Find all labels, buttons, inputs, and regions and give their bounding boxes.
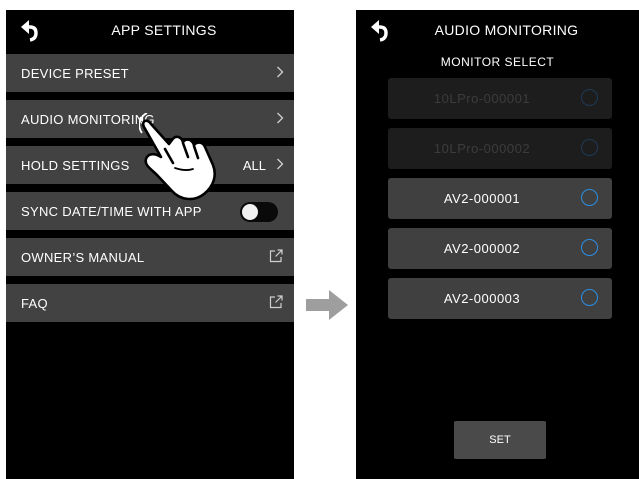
screen-title: AUDIO MONITORING bbox=[434, 22, 579, 38]
arrow-right-icon bbox=[306, 290, 348, 320]
screen-title: APP SETTINGS bbox=[111, 22, 217, 38]
external-link-icon bbox=[269, 295, 283, 309]
menu-item-label: FAQ bbox=[21, 296, 48, 311]
menu-item-label: DEVICE PRESET bbox=[21, 66, 129, 81]
menu-item-label: AUDIO MONITORING bbox=[21, 112, 155, 127]
device-name: AV2-000003 bbox=[443, 291, 521, 306]
menu-item-label: OWNER’S MANUAL bbox=[21, 250, 145, 265]
radio-button[interactable] bbox=[581, 239, 598, 256]
monitor-select-heading: MONITOR SELECT bbox=[440, 55, 555, 69]
radio-button[interactable] bbox=[581, 189, 598, 206]
audio-monitoring-screen: AUDIO MONITORING MONITOR SELECT 10LPro-0… bbox=[356, 10, 639, 479]
sync-datetime-toggle[interactable] bbox=[240, 202, 278, 222]
chevron-right-icon bbox=[276, 112, 284, 124]
radio-button bbox=[581, 89, 598, 106]
device-name: 10LPro-000001 bbox=[433, 91, 531, 106]
menu-item-device-preset[interactable]: DEVICE PRESET bbox=[6, 54, 294, 92]
menu-item-hold-settings[interactable]: HOLD SETTINGS ALL bbox=[6, 146, 294, 184]
device-item[interactable]: AV2-000001 bbox=[388, 178, 612, 219]
device-item: 10LPro-000002 bbox=[388, 128, 612, 169]
menu-item-sync-datetime: SYNC DATE/TIME WITH APP bbox=[6, 192, 294, 230]
device-item[interactable]: AV2-000002 bbox=[388, 228, 612, 269]
device-item[interactable]: AV2-000003 bbox=[388, 278, 612, 319]
menu-item-label: HOLD SETTINGS bbox=[21, 158, 130, 173]
radio-button bbox=[581, 139, 598, 156]
device-name: AV2-000001 bbox=[443, 191, 521, 206]
device-list: 10LPro-000001 10LPro-000002 AV2-000001 A… bbox=[388, 78, 612, 328]
toggle-knob bbox=[242, 204, 258, 220]
settings-menu: DEVICE PRESET AUDIO MONITORING HOLD SETT… bbox=[6, 54, 294, 330]
top-bar: AUDIO MONITORING bbox=[356, 10, 639, 52]
menu-item-label: SYNC DATE/TIME WITH APP bbox=[21, 204, 202, 219]
chevron-right-icon bbox=[276, 158, 284, 170]
device-name: 10LPro-000002 bbox=[433, 141, 531, 156]
menu-item-owners-manual[interactable]: OWNER’S MANUAL bbox=[6, 238, 294, 276]
menu-item-faq[interactable]: FAQ bbox=[6, 284, 294, 322]
device-item: 10LPro-000001 bbox=[388, 78, 612, 119]
top-bar: APP SETTINGS bbox=[6, 10, 294, 52]
chevron-right-icon bbox=[276, 66, 284, 78]
menu-item-audio-monitoring[interactable]: AUDIO MONITORING bbox=[6, 100, 294, 138]
hold-settings-value: ALL bbox=[242, 158, 266, 173]
external-link-icon bbox=[269, 249, 283, 263]
app-settings-screen: APP SETTINGS DEVICE PRESET AUDIO MONITOR… bbox=[6, 10, 294, 479]
device-name: AV2-000002 bbox=[443, 241, 521, 256]
set-button[interactable]: SET bbox=[454, 421, 546, 459]
radio-button[interactable] bbox=[581, 289, 598, 306]
